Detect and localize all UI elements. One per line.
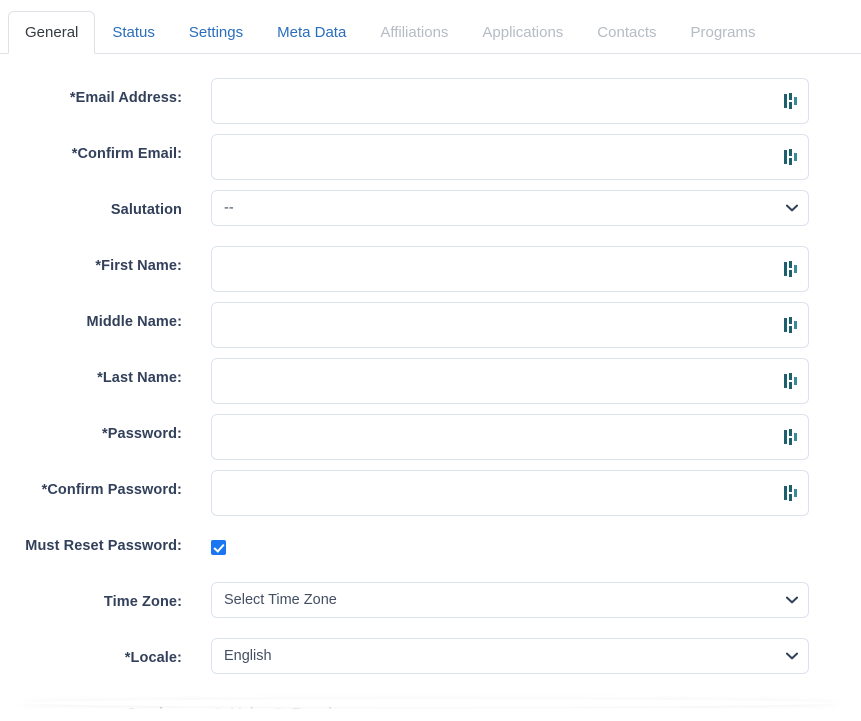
last-name-input-wrap	[211, 358, 809, 404]
form-row-locale: *Locale: English	[0, 638, 861, 694]
first-name-input-wrap	[211, 246, 809, 292]
email-address-input[interactable]	[211, 78, 809, 124]
label-cell: Must Reset Password:	[0, 526, 182, 555]
tab-status[interactable]: Status	[95, 11, 172, 54]
last-name-label: *Last Name:	[97, 370, 182, 386]
locale-label: *Locale:	[124, 650, 182, 666]
field-cell	[182, 134, 861, 180]
label-cell: *First Name:	[0, 246, 182, 275]
field-cell: Select Time Zone	[182, 582, 861, 618]
form-row-confirm-email: *Confirm Email:	[0, 134, 861, 190]
form-row-confirm-password: *Confirm Password:	[0, 470, 861, 526]
label-cell: *Email Address:	[0, 78, 182, 107]
confirm-password-input-wrap	[211, 470, 809, 516]
time-zone-select[interactable]: Select Time Zone	[211, 582, 809, 618]
tab-label: Contacts	[597, 24, 657, 41]
confirm-password-input[interactable]	[211, 470, 809, 516]
email-address-label: *Email Address:	[69, 90, 182, 106]
must-reset-password-checkbox[interactable]	[211, 540, 226, 556]
tab-contacts: Contacts	[580, 11, 673, 54]
field-cell	[182, 470, 861, 516]
form-row-password: *Password:	[0, 414, 861, 470]
general-form: *Email Address: *Confirm Email: Salutati…	[0, 54, 861, 721]
middle-name-label: Middle Name:	[86, 314, 182, 330]
tab-label: Status	[112, 24, 155, 41]
must-reset-password-label: Must Reset Password:	[25, 538, 182, 554]
tab-programs: Programs	[674, 11, 773, 54]
label-cell: *Last Name:	[0, 358, 182, 387]
label-cell: *Locale:	[0, 638, 182, 667]
form-row-middle-name: Middle Name:	[0, 302, 861, 358]
container-bottom-edge	[0, 703, 861, 721]
tab-label: Affiliations	[380, 24, 449, 41]
confirm-password-label: *Confirm Password:	[41, 482, 182, 498]
time-zone-label: Time Zone:	[103, 594, 182, 610]
form-row-salutation: Salutation --	[0, 190, 861, 246]
form-row-first-name: *First Name:	[0, 246, 861, 302]
field-cell	[182, 526, 861, 557]
salutation-select[interactable]: --	[211, 190, 809, 226]
tab-applications: Applications	[465, 11, 580, 54]
field-cell	[182, 246, 861, 292]
tab-affiliations: Affiliations	[363, 11, 465, 54]
label-cell: *Confirm Password:	[0, 470, 182, 499]
password-label: *Password:	[102, 426, 182, 442]
tab-general[interactable]: General	[8, 11, 96, 54]
tab-label: Settings	[188, 24, 244, 41]
form-row-must-reset-password: Must Reset Password:	[0, 526, 861, 582]
last-name-input[interactable]	[211, 358, 809, 404]
tab-meta-data[interactable]: Meta Data	[260, 11, 363, 54]
field-cell: --	[182, 190, 861, 226]
middle-name-input[interactable]	[211, 302, 809, 348]
first-name-input[interactable]	[211, 246, 809, 292]
locale-select-wrap: English	[211, 638, 809, 674]
field-cell: English	[182, 638, 861, 674]
field-cell	[182, 358, 861, 404]
form-row-time-zone: Time Zone: Select Time Zone	[0, 582, 861, 638]
tab-bar: General Status Settings Meta Data Affili…	[0, 0, 861, 54]
form-row-last-name: *Last Name:	[0, 358, 861, 414]
label-cell: Time Zone:	[0, 582, 182, 611]
confirm-email-input[interactable]	[211, 134, 809, 180]
tab-label: General	[25, 24, 79, 41]
tab-label: Programs	[690, 24, 756, 41]
tab-label: Meta Data	[277, 24, 347, 41]
label-cell: *Password:	[0, 414, 182, 443]
email-address-input-wrap	[211, 78, 809, 124]
salutation-label: Salutation	[110, 202, 182, 218]
field-cell	[182, 302, 861, 348]
time-zone-select-wrap: Select Time Zone	[211, 582, 809, 618]
tab-settings[interactable]: Settings	[172, 11, 260, 54]
middle-name-input-wrap	[211, 302, 809, 348]
confirm-email-input-wrap	[211, 134, 809, 180]
label-cell: Middle Name:	[0, 302, 182, 331]
label-cell: *Confirm Email:	[0, 134, 182, 163]
label-cell: Salutation	[0, 190, 182, 219]
form-row-email-address: *Email Address:	[0, 78, 861, 134]
tab-label: Applications	[482, 24, 564, 41]
confirm-email-label: *Confirm Email:	[71, 146, 182, 162]
field-cell	[182, 78, 861, 124]
first-name-label: *First Name:	[95, 258, 182, 274]
user-general-form-page: General Status Settings Meta Data Affili…	[0, 0, 861, 721]
field-cell	[182, 414, 861, 460]
password-input-wrap	[211, 414, 809, 460]
password-input[interactable]	[211, 414, 809, 460]
locale-select[interactable]: English	[211, 638, 809, 674]
salutation-select-wrap: --	[211, 190, 809, 226]
